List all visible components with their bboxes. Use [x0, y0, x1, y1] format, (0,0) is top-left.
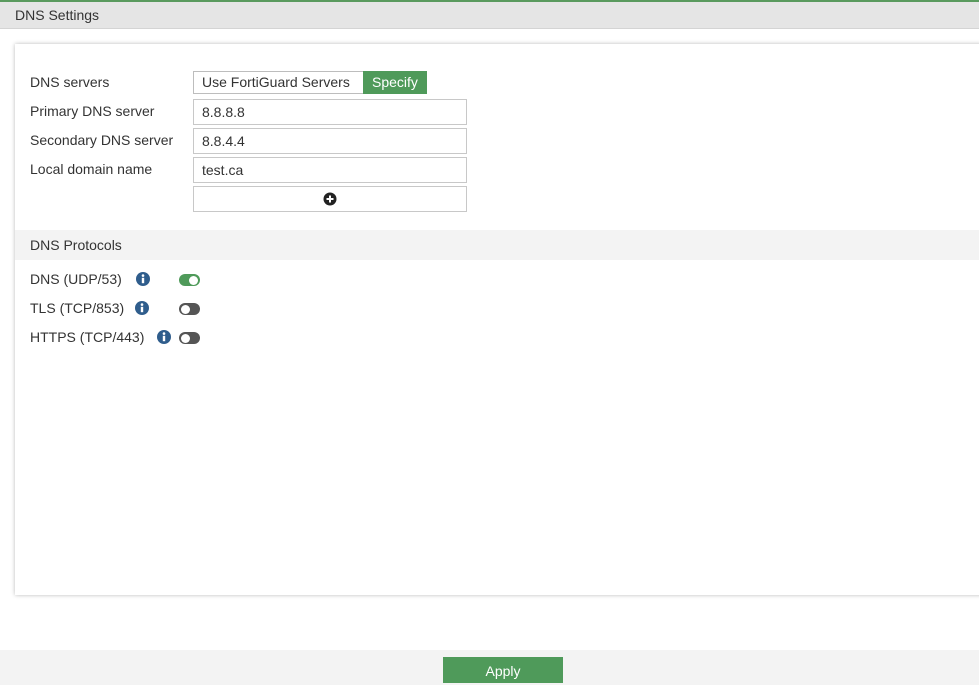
primary-dns-label: Primary DNS server [30, 103, 155, 119]
apply-button[interactable]: Apply [443, 657, 563, 683]
tls-tcp-toggle[interactable] [179, 303, 200, 315]
dns-servers-label: DNS servers [30, 74, 110, 90]
toggle-knob [181, 304, 190, 314]
dns-servers-toggle: Use FortiGuard Servers Specify [193, 71, 427, 94]
plus-circle-icon [323, 192, 337, 206]
settings-panel: DNS servers Use FortiGuard Servers Speci… [15, 44, 979, 595]
toggle-knob [189, 275, 198, 285]
primary-dns-input[interactable]: 8.8.8.8 [193, 99, 467, 125]
info-icon[interactable] [136, 272, 150, 286]
protocol-label-tls: TLS (TCP/853) [30, 300, 125, 316]
info-icon[interactable] [157, 330, 171, 344]
protocol-label-https: HTTPS (TCP/443) [30, 329, 145, 345]
footer-bar: Apply [0, 650, 979, 685]
section-title: DNS Protocols [30, 237, 122, 253]
use-fortiguard-option[interactable]: Use FortiGuard Servers [193, 71, 363, 94]
local-domain-label: Local domain name [30, 161, 153, 177]
toggle-knob [181, 333, 190, 343]
secondary-dns-input[interactable]: 8.8.4.4 [193, 128, 467, 154]
page-title: DNS Settings [15, 7, 100, 23]
add-entry-button[interactable] [193, 186, 467, 212]
local-domain-input[interactable]: test.ca [193, 157, 467, 183]
info-icon[interactable] [135, 301, 149, 315]
protocol-label-dns: DNS (UDP/53) [30, 271, 122, 287]
dns-protocols-section: DNS Protocols [15, 230, 979, 260]
https-tcp-toggle[interactable] [179, 332, 200, 344]
specify-option[interactable]: Specify [363, 71, 427, 94]
dns-udp-toggle[interactable] [179, 274, 200, 286]
secondary-dns-label: Secondary DNS server [30, 132, 174, 148]
page-header: DNS Settings [0, 2, 979, 29]
